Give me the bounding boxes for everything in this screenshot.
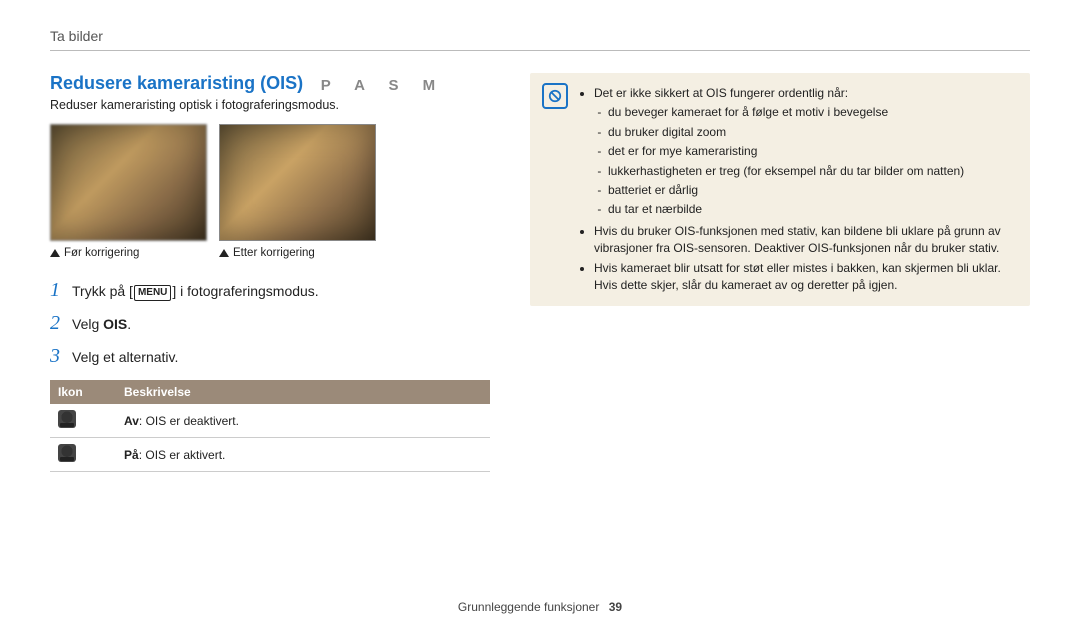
note-sub-item: batteriet er dårlig [608,182,1018,199]
step-3: 3 Velg et alternativ. [50,345,490,368]
note-icon [542,83,568,109]
example-image-before [50,124,207,241]
page-footer: Grunnleggende funksjoner 39 [0,600,1080,614]
ois-off-icon [58,410,76,428]
note-bullet: Hvis du bruker OIS-funksjonen med stativ… [594,223,1018,258]
table-row: Av: OIS er deaktivert. [50,404,490,438]
menu-button-icon: MENU [134,285,171,301]
note-sub-item: du bruker digital zoom [608,124,1018,141]
note-bullet: Hvis kameraet blir utsatt for støt eller… [594,260,1018,295]
note-lead: Det er ikke sikkert at OIS fungerer orde… [594,86,848,100]
section-heading: Redusere kameraristing (OIS) [50,73,303,93]
caption-before: Før korrigering [50,247,207,259]
step-2: 2 Velg OIS. [50,312,490,335]
note-sub-item: lukkerhastigheten er treg (for eksempel … [608,163,1018,180]
page-number: 39 [609,600,622,614]
mode-indicator: P A S M [321,77,445,94]
options-table: Ikon Beskrivelse Av: OIS er deaktivert. … [50,380,490,472]
table-head-icon: Ikon [50,380,116,404]
table-head-desc: Beskrivelse [116,380,490,404]
triangle-icon [219,249,229,257]
ois-on-icon [58,444,76,462]
note-sub-item: du tar et nærbilde [608,201,1018,218]
section-subtext: Reduser kameraristing optisk i fotografe… [50,98,490,112]
step-number: 2 [50,312,72,335]
caption-after: Etter korrigering [219,247,376,259]
triangle-icon [50,249,60,257]
step-1: 1 Trykk på [MENU] i fotograferingsmodus. [50,279,490,302]
step-number: 3 [50,345,72,368]
divider [50,50,1030,51]
note-box: Det er ikke sikkert at OIS fungerer orde… [530,73,1030,306]
example-image-after [219,124,376,241]
breadcrumb: Ta bilder [50,28,1030,44]
note-sub-item: du beveger kameraet for å følge et motiv… [608,104,1018,121]
table-row: På: OIS er aktivert. [50,438,490,472]
note-sub-item: det er for mye kameraristing [608,143,1018,160]
step-number: 1 [50,279,72,302]
